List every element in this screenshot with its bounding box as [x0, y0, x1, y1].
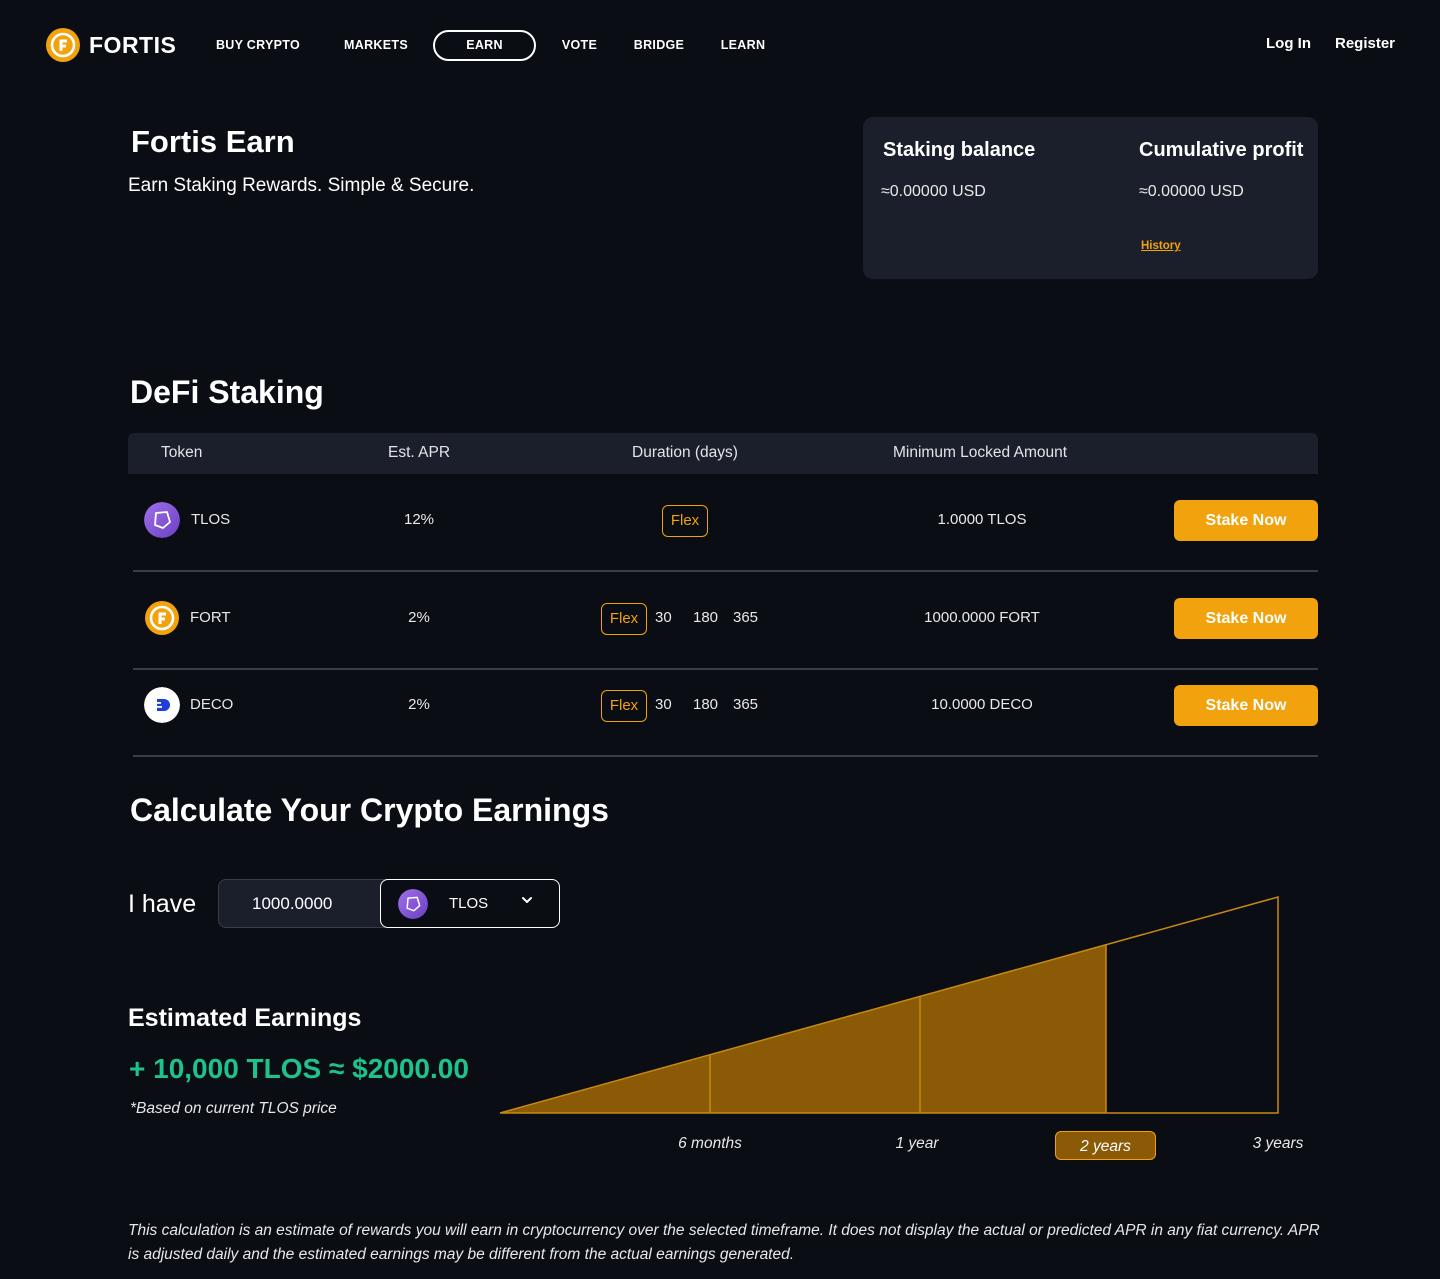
chevron-down-icon — [522, 897, 532, 903]
tlos-token-icon — [398, 889, 428, 919]
register-link[interactable]: Register — [1335, 35, 1395, 52]
nav-earn[interactable]: EARN — [433, 30, 536, 61]
min-locked-amount: 1000.0000 FORT — [924, 609, 1040, 626]
timeframe-1-year[interactable]: 1 year — [867, 1135, 967, 1153]
duration-365[interactable]: 365 — [733, 609, 758, 626]
duration-180[interactable]: 180 — [693, 609, 718, 626]
duration-30[interactable]: 30 — [655, 696, 672, 713]
token-name: TLOS — [191, 511, 231, 528]
estimated-earnings-value: + 10,000 TLOS ≈ $2000.00 — [129, 1053, 469, 1084]
header-apr: Est. APR — [388, 444, 451, 461]
duration-flex[interactable]: Flex — [601, 690, 647, 722]
calculator-title: Calculate Your Crypto Earnings — [130, 792, 609, 828]
staking-balance-value: ≈0.00000 USD — [881, 183, 986, 200]
apr-value: 2% — [408, 696, 430, 713]
selected-token: TLOS — [449, 895, 489, 912]
tlos-token-icon — [144, 502, 180, 538]
timeframe-2-years[interactable]: 2 years — [1055, 1131, 1156, 1160]
fortis-coin-icon — [46, 28, 80, 62]
header-min-amount: Minimum Locked Amount — [893, 444, 1068, 461]
apr-value: 12% — [403, 511, 435, 528]
estimated-earnings-note: *Based on current TLOS price — [130, 1100, 337, 1117]
header-duration: Duration (days) — [632, 444, 738, 461]
amount-input[interactable] — [218, 879, 398, 928]
defi-staking-title: DeFi Staking — [130, 374, 324, 410]
earnings-outline — [499, 896, 1279, 1114]
page-subtitle: Earn Staking Rewards. Simple & Secure. — [128, 175, 475, 196]
duration-180[interactable]: 180 — [693, 696, 718, 713]
duration-30[interactable]: 30 — [655, 609, 672, 626]
stake-now-button[interactable]: Stake Now — [1174, 500, 1318, 541]
cumulative-profit-label: Cumulative profit — [1139, 139, 1304, 161]
staking-balance-label: Staking balance — [883, 139, 1036, 161]
top-nav: FORTIS BUY CRYPTO MARKETS EARN VOTE BRID… — [0, 0, 1440, 90]
min-locked-amount: 1.0000 TLOS — [937, 511, 1027, 528]
brand-name: FORTIS — [89, 31, 177, 58]
duration-365[interactable]: 365 — [733, 696, 758, 713]
duration-flex[interactable]: Flex — [601, 603, 647, 635]
brand-logo[interactable]: FORTIS — [45, 27, 176, 63]
history-link[interactable]: History — [1141, 240, 1181, 252]
timeframe-3-years[interactable]: 3 years — [1228, 1135, 1328, 1153]
timeframe-6-months[interactable]: 6 months — [660, 1135, 760, 1153]
row-divider — [133, 668, 1318, 670]
stake-now-button[interactable]: Stake Now — [1174, 685, 1318, 726]
cumulative-profit-value: ≈0.00000 USD — [1139, 183, 1244, 200]
login-link[interactable]: Log In — [1266, 35, 1311, 52]
fortis-coin-icon — [145, 601, 179, 635]
row-divider — [133, 755, 1318, 757]
row-divider — [133, 570, 1318, 572]
nav-markets[interactable]: MARKETS — [340, 30, 412, 61]
token-name: FORT — [190, 609, 231, 626]
nav-buy-crypto[interactable]: BUY CRYPTO — [213, 30, 303, 61]
nav-learn[interactable]: LEARN — [716, 30, 770, 61]
nav-vote[interactable]: VOTE — [557, 30, 602, 61]
disclaimer-text: This calculation is an estimate of rewar… — [128, 1222, 1320, 1263]
earnings-filled-area — [500, 944, 1106, 1113]
nav-bridge[interactable]: BRIDGE — [628, 30, 690, 61]
deco-token-icon — [144, 687, 180, 723]
duration-flex[interactable]: Flex — [662, 505, 708, 537]
min-locked-amount: 10.0000 DECO — [931, 696, 1033, 713]
header-token: Token — [161, 444, 203, 461]
apr-value: 2% — [408, 609, 430, 626]
stake-now-button[interactable]: Stake Now — [1174, 598, 1318, 639]
token-select[interactable]: TLOS — [380, 879, 560, 928]
token-name: DECO — [190, 696, 234, 713]
i-have-label: I have — [128, 890, 197, 918]
estimated-earnings-title: Estimated Earnings — [128, 1004, 362, 1032]
page-title: Fortis Earn — [131, 124, 295, 159]
